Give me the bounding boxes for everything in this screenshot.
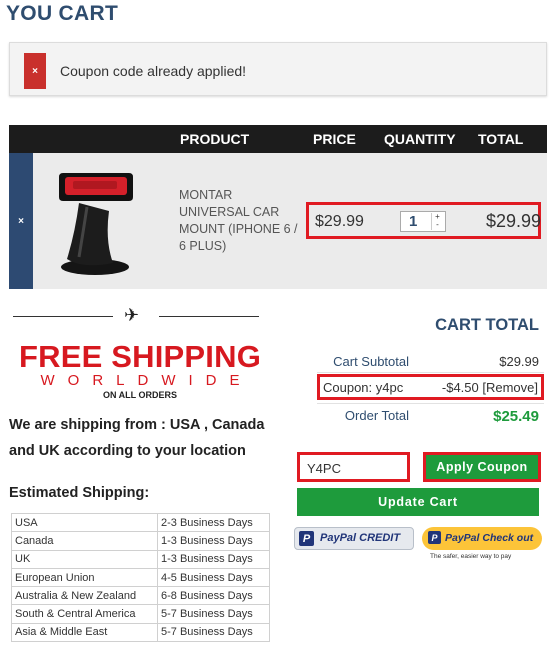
item-price-qty-total: $29.99 1 + - $29.99 — [306, 202, 541, 239]
time-cell: 5-7 Business Days — [157, 604, 270, 624]
divider-line — [13, 316, 113, 317]
subtotal-value: $29.99 — [499, 354, 539, 369]
applied-coupon-row: Coupon: y4pc -$4.50 [Remove] — [317, 374, 544, 400]
on-all-orders-text: ON ALL ORDERS — [102, 390, 177, 400]
order-total-label: Order Total — [344, 408, 409, 423]
worldwide-text: WORLDWIDE — [40, 372, 253, 389]
quantity-stepper[interactable]: 1 + - — [400, 211, 446, 232]
table-row: Canada 1-3 Business Days — [11, 531, 270, 551]
time-cell: 1-3 Business Days — [157, 549, 270, 569]
airplane-icon: ✈ — [124, 305, 140, 325]
region-cell: UK — [11, 549, 158, 569]
alert-close-icon[interactable]: × — [24, 53, 46, 89]
region-cell: Asia & Middle East — [11, 622, 158, 643]
region-cell: South & Central America — [11, 604, 158, 624]
coupon-code-field[interactable] — [297, 452, 410, 482]
region-cell: European Union — [11, 567, 158, 588]
paypal-credit-button[interactable]: P PayPal CREDIT — [294, 527, 414, 550]
paypal-credit-label: PayPal CREDIT — [320, 532, 401, 544]
item-total: $29.99 — [486, 211, 542, 231]
region-cell: Canada — [11, 531, 158, 551]
subtotal-label: Cart Subtotal — [333, 354, 409, 369]
divider-line — [317, 372, 544, 373]
header-price: PRICE — [313, 131, 356, 147]
paypal-checkout-label: PayPal Check out — [445, 532, 533, 544]
quantity-value[interactable]: 1 — [409, 213, 417, 230]
update-cart-button[interactable]: Update Cart — [297, 488, 539, 516]
item-price: $29.99 — [315, 213, 364, 230]
region-cell: Australia & New Zealand — [11, 586, 158, 606]
divider-line — [159, 316, 259, 317]
paypal-icon: P — [299, 531, 314, 546]
alert-message: Coupon code already applied! — [60, 63, 247, 79]
table-row: UK 1-3 Business Days — [11, 549, 270, 569]
time-cell: 5-7 Business Days — [157, 622, 270, 643]
time-cell: 4-5 Business Days — [157, 567, 270, 588]
checkout-label: Check out — [482, 532, 534, 544]
apply-coupon-button[interactable]: Apply Coupon — [423, 452, 541, 482]
coupon-input[interactable] — [307, 459, 402, 477]
header-product: PRODUCT — [180, 131, 250, 147]
order-total-value: $25.49 — [493, 408, 539, 425]
table-row: USA 2-3 Business Days — [11, 512, 270, 533]
product-image[interactable] — [43, 163, 143, 279]
table-row: European Union 4-5 Business Days — [11, 567, 270, 588]
cart-table: PRODUCT PRICE QUANTITY TOTAL × MONTAR UN… — [9, 125, 547, 289]
paypal-icon: P — [428, 531, 441, 544]
region-cell: USA — [11, 512, 158, 533]
divider-line — [317, 403, 544, 404]
paypal-brand: PayPal — [445, 532, 480, 544]
table-row: Asia & Middle East 5-7 Business Days — [11, 622, 270, 643]
cart-item-row: × MONTAR UNIVERSAL CAR MOUNT (IPHONE 6 /… — [9, 153, 547, 289]
shipping-times-table: USA 2-3 Business Days Canada 1-3 Business … — [11, 512, 270, 643]
remove-item-icon[interactable]: × — [9, 153, 33, 289]
header-quantity: QUANTITY — [384, 131, 456, 147]
paypal-tagline: The safer, easier way to pay — [430, 553, 512, 560]
coupon-label: Coupon: y4pc — [323, 380, 404, 395]
quantity-spin-buttons[interactable]: + - — [431, 213, 443, 230]
shipping-info: We are shipping from : USA , Canada and … — [9, 417, 265, 459]
free-shipping-heading: FREE SHIPPING — [18, 339, 262, 374]
estimated-shipping-title: Estimated Shipping: — [9, 485, 150, 501]
time-cell: 1-3 Business Days — [157, 531, 270, 551]
time-cell: 6-8 Business Days — [157, 586, 270, 606]
cart-table-header: PRODUCT PRICE QUANTITY TOTAL — [9, 125, 547, 153]
page-title: YOU CART — [6, 2, 119, 25]
table-row: Australia & New Zealand 6-8 Business Days — [11, 586, 270, 606]
coupon-remove-link[interactable]: -$4.50 [Remove] — [442, 380, 538, 395]
cart-total-title: CART TOTAL — [435, 316, 539, 334]
table-row: South & Central America 5-7 Business Days — [11, 604, 270, 624]
paypal-checkout-button[interactable]: P PayPal Check out — [422, 527, 542, 550]
time-cell: 2-3 Business Days — [157, 512, 270, 533]
header-total: TOTAL — [478, 131, 524, 147]
product-name[interactable]: MONTAR UNIVERSAL CAR MOUNT (IPHONE 6 / 6… — [179, 187, 299, 255]
coupon-alert: × Coupon code already applied! — [9, 42, 547, 96]
